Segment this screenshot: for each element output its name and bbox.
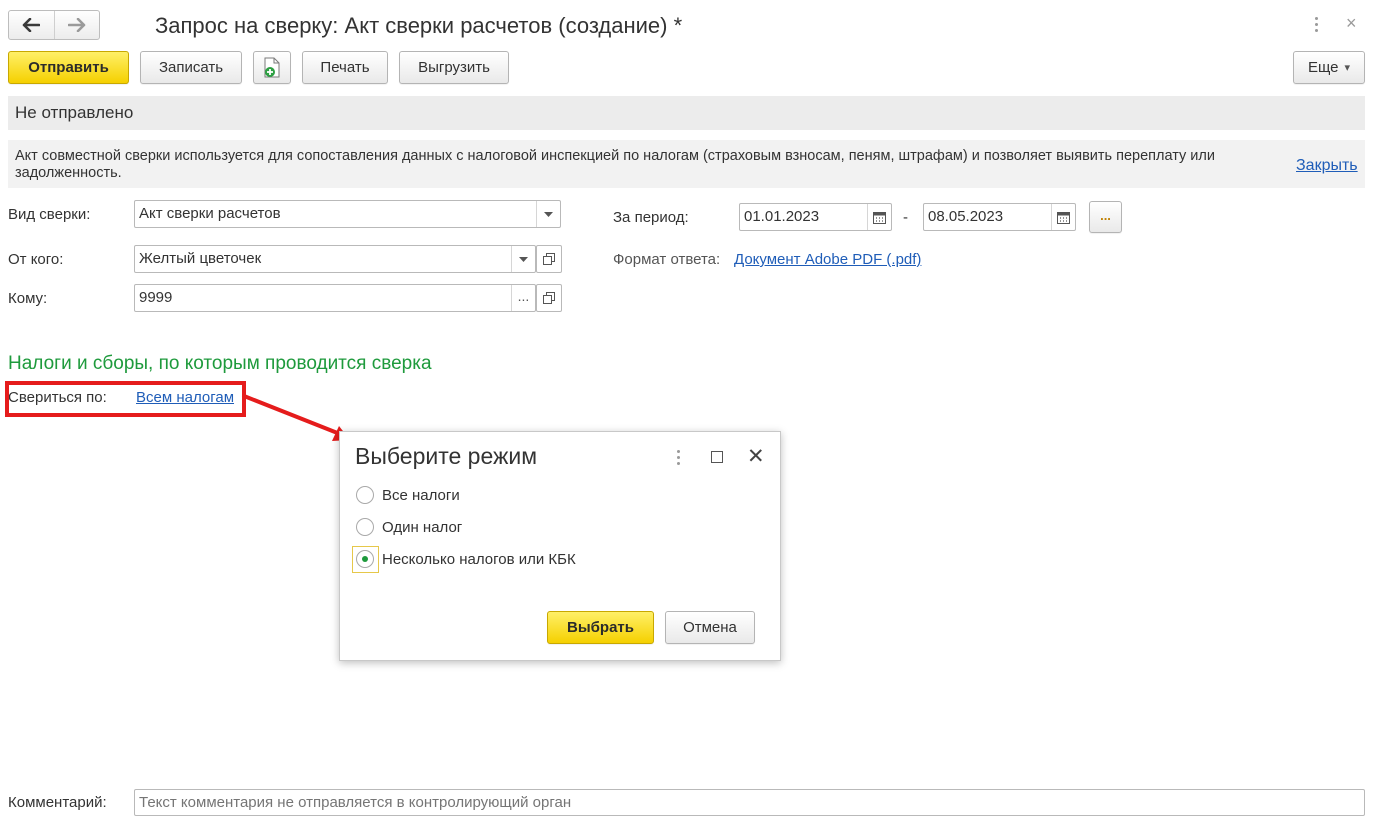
- new-document-icon: [264, 57, 280, 77]
- dropdown-arrow-icon: ▾: [1344, 62, 1351, 74]
- comment-input[interactable]: [134, 789, 1365, 816]
- format-label: Формат ответа:: [613, 251, 721, 268]
- dropdown-arrow-icon[interactable]: [511, 246, 535, 272]
- taxes-section-title: Налоги и сборы, по которым проводится св…: [8, 353, 432, 374]
- info-text: Акт совместной сверки используется для с…: [15, 148, 1215, 181]
- forward-arrow-icon: [67, 18, 86, 32]
- period-start-value: 01.01.2023: [744, 208, 820, 225]
- print-button[interactable]: Печать: [302, 51, 388, 84]
- more-vertical-icon[interactable]: [672, 448, 684, 466]
- radio-label-all-taxes[interactable]: Все налоги: [382, 487, 460, 504]
- calendar-icon[interactable]: [1051, 204, 1075, 230]
- send-button[interactable]: Отправить: [8, 51, 129, 84]
- select-button[interactable]: ...: [511, 285, 535, 311]
- type-select[interactable]: Акт сверки расчетов: [134, 200, 561, 228]
- period-end-field[interactable]: 08.05.2023: [923, 203, 1076, 231]
- save-button[interactable]: Записать: [140, 51, 242, 84]
- forward-button[interactable]: [53, 11, 100, 39]
- open-from-button[interactable]: [536, 245, 562, 273]
- to-value: 9999: [139, 289, 173, 306]
- radio-one-tax[interactable]: [356, 518, 374, 536]
- period-dash: -: [903, 209, 908, 226]
- close-icon[interactable]: ✕: [747, 446, 765, 468]
- open-form-icon: [543, 253, 555, 265]
- create-based-on-button[interactable]: [253, 51, 291, 84]
- more-vertical-icon[interactable]: [1310, 14, 1322, 34]
- to-field[interactable]: 9999 ...: [134, 284, 536, 312]
- radio-label-one-tax[interactable]: Один налог: [382, 519, 462, 536]
- close-info-link[interactable]: Закрыть: [1296, 157, 1358, 175]
- highlight-box: [5, 381, 246, 417]
- status-bar: Не отправлено: [8, 96, 1365, 130]
- more-button-label: Еще: [1307, 59, 1339, 76]
- close-icon[interactable]: ×: [1346, 12, 1357, 34]
- from-label: От кого:: [8, 251, 64, 268]
- period-end-value: 08.05.2023: [928, 208, 1004, 225]
- more-button[interactable]: Еще ▾: [1293, 51, 1365, 84]
- from-value: Желтый цветочек: [139, 250, 262, 267]
- dropdown-arrow-icon[interactable]: [536, 201, 560, 227]
- navigation-buttons: [8, 10, 100, 40]
- period-start-field[interactable]: 01.01.2023: [739, 203, 892, 231]
- select-button[interactable]: Выбрать: [547, 611, 654, 644]
- dialog-title: Выберите режим: [355, 443, 538, 469]
- window-title: Запрос на сверку: Акт сверки расчетов (с…: [155, 13, 683, 38]
- type-value: Акт сверки расчетов: [139, 205, 281, 222]
- radio-label-several-taxes[interactable]: Несколько налогов или КБК: [382, 551, 576, 568]
- back-button[interactable]: [9, 11, 54, 39]
- open-to-button[interactable]: [536, 284, 562, 312]
- radio-all-taxes[interactable]: [356, 486, 374, 504]
- select-period-button[interactable]: ...: [1089, 201, 1122, 233]
- format-link[interactable]: Документ Adobe PDF (.pdf): [734, 251, 921, 268]
- calendar-icon[interactable]: [867, 204, 891, 230]
- to-label: Кому:: [8, 290, 48, 307]
- from-select[interactable]: Желтый цветочек: [134, 245, 536, 273]
- more-dots: ...: [1100, 207, 1111, 223]
- back-arrow-icon: [22, 18, 41, 32]
- export-button[interactable]: Выгрузить: [399, 51, 509, 84]
- open-form-icon: [543, 292, 555, 304]
- period-label: За период:: [613, 209, 689, 226]
- cancel-button[interactable]: Отмена: [665, 611, 755, 644]
- radio-several-taxes[interactable]: [356, 550, 374, 568]
- type-label: Вид сверки:: [8, 206, 91, 223]
- maximize-icon[interactable]: [711, 451, 723, 463]
- radio-selected-dot: [362, 556, 368, 562]
- comment-label: Комментарий:: [8, 794, 107, 811]
